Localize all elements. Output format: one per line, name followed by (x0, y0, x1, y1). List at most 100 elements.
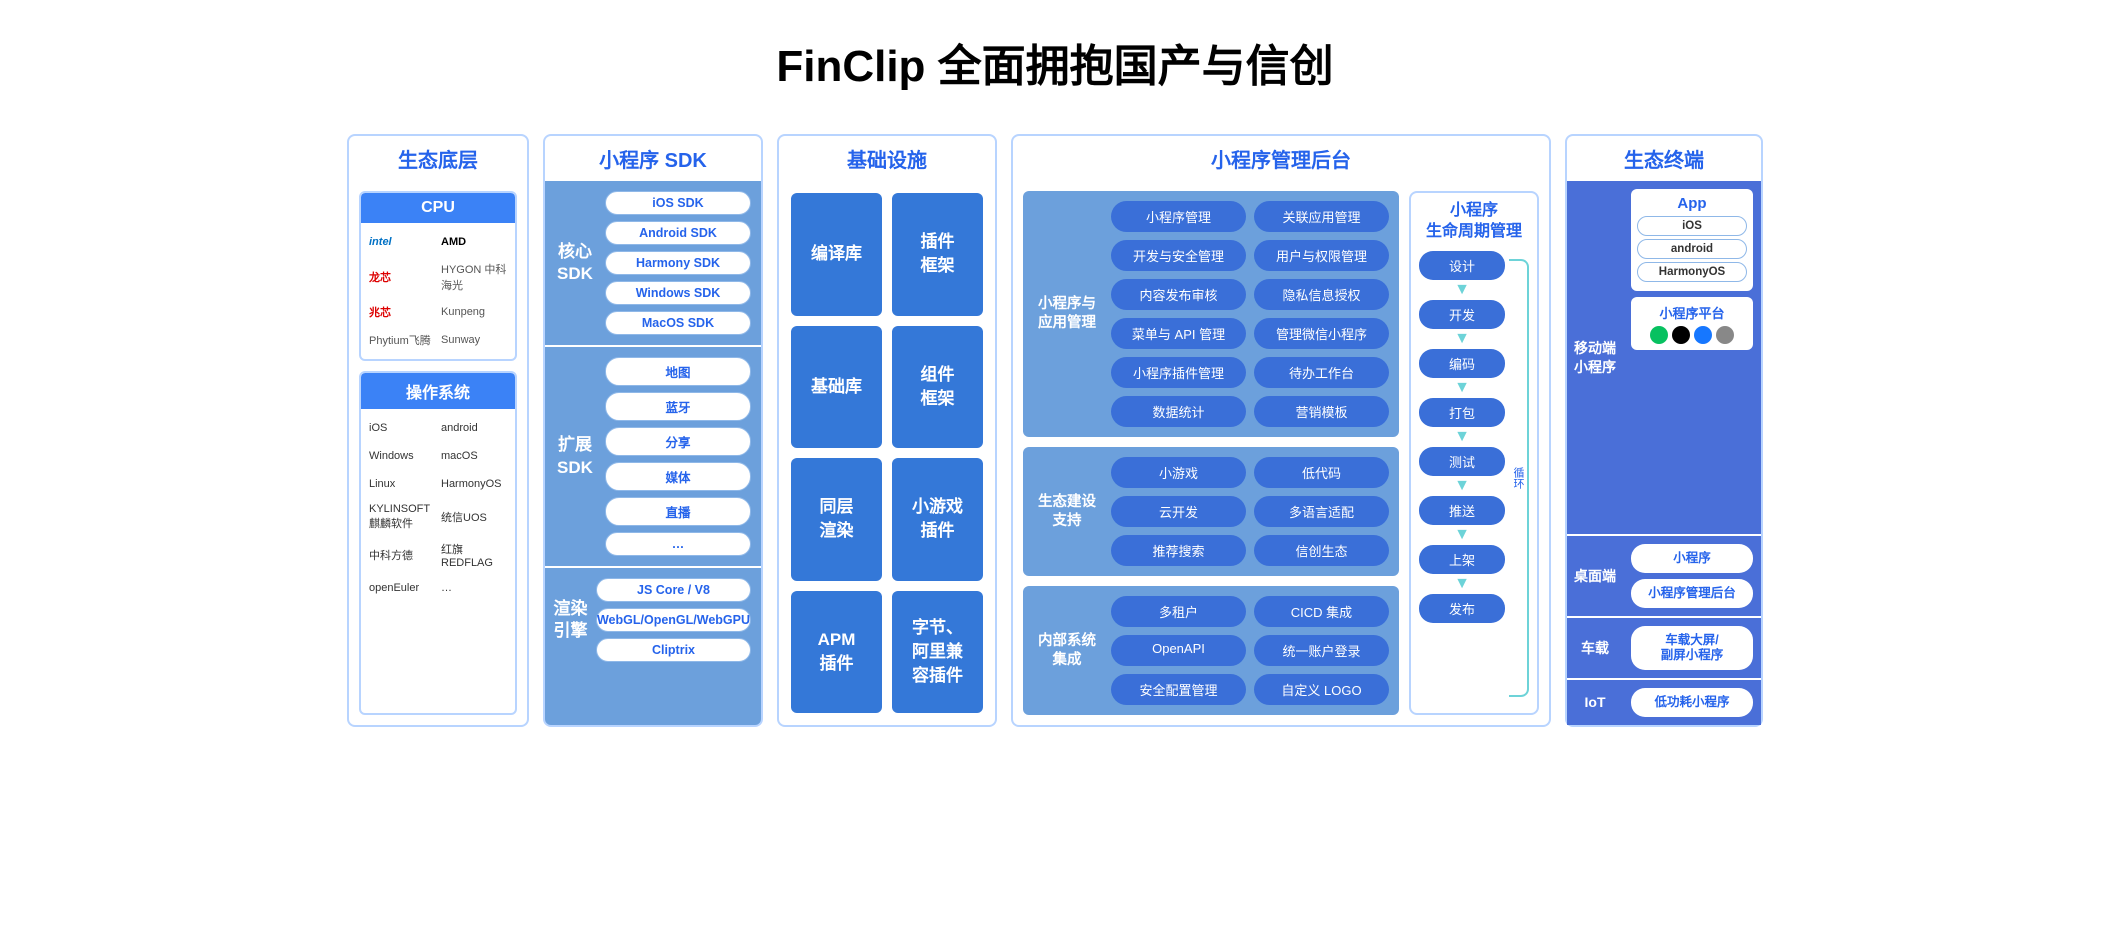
os-logo: HarmonyOS (441, 475, 507, 493)
cpu-logo: Kunpeng (441, 303, 507, 321)
mgmt-pill: 营销模板 (1254, 396, 1389, 427)
arrow-down-icon: ▼ (1454, 527, 1470, 543)
cpu-logo: intel (369, 233, 435, 251)
mgmt-side-label: 小程序与应用管理 (1033, 201, 1101, 427)
mgmt-pill: 低代码 (1254, 457, 1389, 488)
cpu-logo: AMD (441, 233, 507, 251)
mgmt-side-label: 生态建设支持 (1033, 457, 1101, 566)
os-logo: android (441, 419, 507, 437)
infra-box: 插件框架 (892, 193, 983, 316)
col-management: 小程序管理后台 小程序与应用管理小程序管理关联应用管理开发与安全管理用户与权限管… (1011, 134, 1551, 727)
terminal-side-label: IoT (1567, 680, 1623, 725)
terminal-row: IoT 低功耗小程序 (1567, 680, 1761, 725)
mgmt-pill: 信创生态 (1254, 535, 1389, 566)
terminal-pill: 小程序 (1631, 544, 1753, 573)
sdk-pill: Android SDK (605, 221, 751, 245)
lifecycle-step: 开发 (1419, 300, 1505, 329)
os-logo: … (441, 579, 507, 597)
col-sdk: 小程序 SDK 核心SDKiOS SDKAndroid SDKHarmony S… (543, 134, 763, 727)
mgmt-pill: 安全配置管理 (1111, 674, 1246, 705)
os-logo: 中科方德 (369, 541, 435, 569)
os-card: 操作系统 iOSandroidWindowsmacOSLinuxHarmonyO… (359, 371, 517, 715)
terminal-pill: 小程序管理后台 (1631, 579, 1753, 608)
os-logo: iOS (369, 419, 435, 437)
mgmt-pill: 用户与权限管理 (1254, 240, 1389, 271)
cpu-logo: Sunway (441, 331, 507, 349)
mgmt-pill: 隐私信息授权 (1254, 279, 1389, 310)
lifecycle-title: 小程序生命周期管理 (1419, 201, 1529, 243)
lifecycle-step: 设计 (1419, 251, 1505, 280)
terminal-side-label: 移动端小程序 (1567, 181, 1623, 534)
sdk-block: 渲染引擎JS Core / V8WebGL/OpenGL/WebGPUClipt… (545, 566, 761, 672)
os-logo: Linux (369, 475, 435, 493)
arrow-down-icon: ▼ (1454, 380, 1470, 396)
app-os-pill: android (1637, 239, 1747, 259)
sdk-side-label: 扩展SDK (545, 347, 605, 566)
infra-box: 组件框架 (892, 326, 983, 449)
os-title: 操作系统 (361, 373, 515, 409)
mgmt-row: 小程序与应用管理小程序管理关联应用管理开发与安全管理用户与权限管理内容发布审核隐… (1023, 191, 1399, 437)
platform-icon (1694, 326, 1712, 344)
cpu-logo: 兆芯 (369, 303, 435, 321)
diagram-layout: 生态底层 CPU intelAMD龙芯HYGON 中科海光兆芯KunpengPh… (20, 134, 2090, 727)
sdk-pill: Windows SDK (605, 281, 751, 305)
platform-icons (1635, 326, 1749, 344)
mgmt-pill: 小游戏 (1111, 457, 1246, 488)
mgmt-pill: 多租户 (1111, 596, 1246, 627)
sdk-pill: JS Core / V8 (596, 578, 751, 602)
mgmt-pill: 云开发 (1111, 496, 1246, 527)
infra-box: 字节、阿里兼容插件 (892, 591, 983, 714)
lifecycle-panel: 小程序生命周期管理 设计▼开发▼编码▼打包▼测试▼推送▼上架▼发布 循环 (1409, 191, 1539, 715)
lifecycle-step: 上架 (1419, 545, 1505, 574)
sdk-pill: 地图 (605, 357, 751, 386)
lifecycle-step: 推送 (1419, 496, 1505, 525)
platform-icon (1650, 326, 1668, 344)
terminal-pill: 低功耗小程序 (1631, 688, 1753, 717)
mgmt-row: 生态建设支持小游戏低代码云开发多语言适配推荐搜索信创生态 (1023, 447, 1399, 576)
arrow-down-icon: ▼ (1454, 282, 1470, 298)
mgmt-pill: 小程序插件管理 (1111, 357, 1246, 388)
sdk-pill: 直播 (605, 497, 751, 526)
mgmt-pill: 小程序管理 (1111, 201, 1246, 232)
col4-header: 小程序管理后台 (1011, 134, 1551, 181)
mgmt-pill: 内容发布审核 (1111, 279, 1246, 310)
terminal-row: 移动端小程序AppiOSandroidHarmonyOS小程序平台 (1567, 181, 1761, 536)
os-logo: 统信UOS (441, 503, 507, 531)
mgmt-pill: 管理微信小程序 (1254, 318, 1389, 349)
lifecycle-step: 编码 (1419, 349, 1505, 378)
sdk-side-label: 渲染引擎 (545, 568, 596, 672)
mgmt-pill: 多语言适配 (1254, 496, 1389, 527)
col-ecosystem-base: 生态底层 CPU intelAMD龙芯HYGON 中科海光兆芯KunpengPh… (347, 134, 529, 727)
sdk-pill: Harmony SDK (605, 251, 751, 275)
lifecycle-loop: 循环 (1509, 259, 1529, 697)
cpu-card: CPU intelAMD龙芯HYGON 中科海光兆芯KunpengPhytium… (359, 191, 517, 361)
mgmt-pill: 关联应用管理 (1254, 201, 1389, 232)
mgmt-pill: 菜单与 API 管理 (1111, 318, 1246, 349)
infra-box: 编译库 (791, 193, 882, 316)
app-box: AppiOSandroidHarmonyOS (1631, 189, 1753, 291)
cpu-logo: 龙芯 (369, 261, 435, 293)
sdk-side-label: 核心SDK (545, 181, 605, 345)
mgmt-pill: 推荐搜索 (1111, 535, 1246, 566)
os-logo: 红旗 REDFLAG (441, 541, 507, 569)
main-title: FinClip 全面拥抱国产与信创 (20, 30, 2090, 94)
col-infrastructure: 基础设施 编译库插件框架基础库组件框架同层渲染小游戏插件APM插件字节、阿里兼容… (777, 134, 997, 727)
mgmt-pill: CICD 集成 (1254, 596, 1389, 627)
os-logo: openEuler (369, 579, 435, 597)
mgmt-side-label: 内部系统集成 (1033, 596, 1101, 705)
mgmt-pill: 待办工作台 (1254, 357, 1389, 388)
terminal-pill: 车载大屏/副屏小程序 (1631, 626, 1753, 670)
app-title: App (1637, 195, 1747, 212)
platform-icon (1716, 326, 1734, 344)
sdk-pill: … (605, 532, 751, 556)
terminal-row: 桌面端小程序小程序管理后台 (1567, 536, 1761, 618)
sdk-block: 核心SDKiOS SDKAndroid SDKHarmony SDKWindow… (545, 181, 761, 345)
sdk-pill: 媒体 (605, 462, 751, 491)
lifecycle-step: 发布 (1419, 594, 1505, 623)
mgmt-pill: 数据统计 (1111, 396, 1246, 427)
loop-label: 循环 (1510, 465, 1526, 491)
sdk-pill: MacOS SDK (605, 311, 751, 335)
col6-header: 生态终端 (1565, 134, 1763, 181)
lifecycle-step: 打包 (1419, 398, 1505, 427)
cpu-logo: Phytium飞腾 (369, 331, 435, 349)
